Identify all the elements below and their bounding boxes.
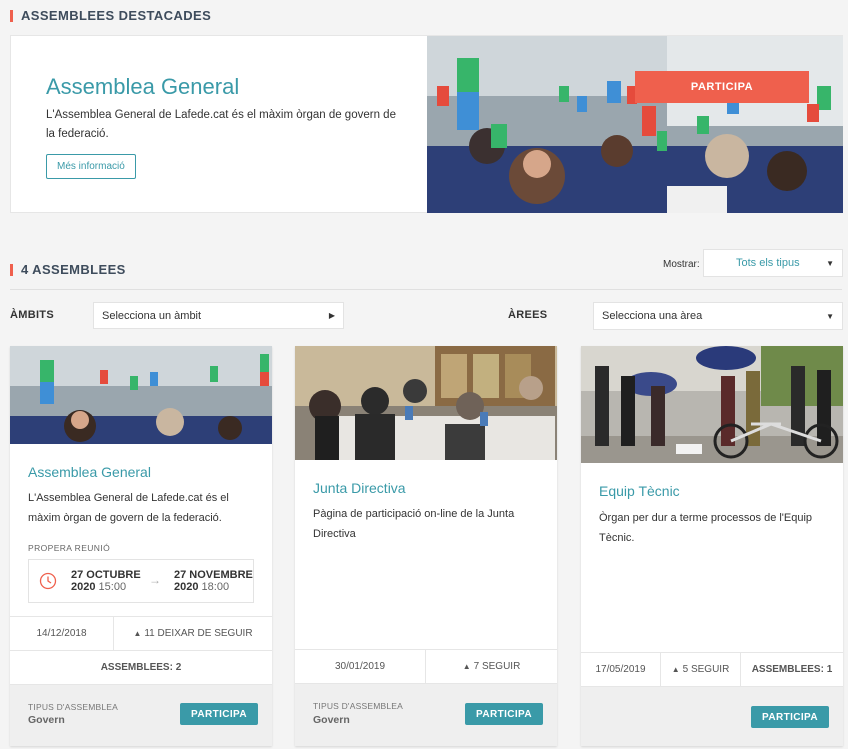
assembly-card: Equip Tècnic Òrgan per dur a terme proce… — [581, 346, 843, 746]
follow-label: 5 SEGUIR — [682, 664, 730, 675]
heading-accent-bar — [10, 9, 13, 22]
meeting-end-time: 18:00 — [201, 581, 230, 593]
arees-select[interactable]: Selecciona una àrea ▼ — [593, 302, 843, 330]
ambits-label: ÀMBITS — [10, 309, 54, 321]
assembly-card: Junta Directiva Pàgina de participació o… — [295, 346, 557, 746]
meeting-end-date: 27 NOVEMBRE — [174, 569, 253, 581]
participa-button[interactable]: PARTICIPA — [465, 703, 544, 725]
meeting-end-year: 2020 — [174, 581, 199, 593]
caret-down-icon: ▼ — [826, 258, 834, 268]
next-meeting-box: 27 OCTUBRE 2020 15:00 → 27 NOVEMBRE 2020… — [28, 559, 254, 603]
caret-right-icon: ▶ — [328, 311, 335, 320]
highlighted-assembly-card: Assemblea General L'Assemblea General de… — [10, 35, 843, 213]
clock-icon — [39, 572, 57, 590]
meeting-start-time: 15:00 — [98, 581, 127, 593]
card-image[interactable] — [295, 346, 557, 460]
bell-icon: ▲ — [133, 629, 142, 638]
assemblies-count-heading: 4 ASSEMBLEES — [10, 262, 126, 277]
section-divider — [10, 289, 842, 290]
card-assemblies-count: ASSEMBLEES: 1 — [751, 664, 833, 675]
card-description: Òrgan per dur a terme processos de l'Equ… — [599, 512, 813, 544]
street-group-photo — [581, 346, 843, 463]
arrow-right-icon: → — [149, 573, 161, 587]
card-assemblies-row: ASSEMBLEES: 2 — [10, 650, 272, 684]
card-description: L'Assemblea General de Lafede.cat és el … — [28, 492, 229, 524]
assembly-type-label: TIPUS D'ASSEMBLEA — [313, 701, 404, 711]
card-stats-row: 17/05/2019 ▲ 5 SEGUIR ASSEMBLEES: 1 — [581, 652, 843, 686]
follow-button[interactable]: ▲ 5 SEGUIR — [661, 653, 741, 686]
assembly-type-label: TIPUS D'ASSEMBLEA — [28, 702, 119, 712]
highlighted-heading: ASSEMBLEES DESTACADES — [10, 8, 211, 23]
assembly-type-value: Govern — [313, 714, 350, 726]
arees-label: ÀREES — [508, 309, 548, 321]
ambits-select[interactable]: Selecciona un àmbit ▶ — [93, 302, 344, 329]
follow-label: 7 SEGUIR — [473, 661, 521, 672]
card-footer: TIPUS D'ASSEMBLEA Govern PARTICIPA — [295, 683, 557, 746]
card-date: 14/12/2018 — [10, 617, 114, 650]
card-description: Pàgina de participació on-line de la Jun… — [313, 508, 515, 540]
card-image[interactable] — [10, 346, 272, 444]
card-date: 30/01/2019 — [295, 650, 426, 683]
follow-button[interactable]: ▲ 7 SEGUIR — [426, 650, 557, 683]
more-info-button[interactable]: Més informació — [46, 154, 136, 179]
type-filter-select[interactable]: Tots els tipus ▼ — [703, 249, 843, 277]
card-footer: PARTICIPA — [581, 686, 843, 746]
highlighted-heading-text: ASSEMBLEES DESTACADES — [21, 8, 212, 23]
highlighted-description: L'Assemblea General de Lafede.cat és el … — [46, 109, 396, 140]
participa-button[interactable]: PARTICIPA — [180, 703, 259, 725]
card-title[interactable]: Equip Tècnic — [599, 483, 680, 499]
meeting-start: 27 OCTUBRE 2020 15:00 — [71, 569, 141, 593]
assemblies-count-text: 4 ASSEMBLEES — [21, 262, 126, 277]
arees-select-value: Selecciona una àrea — [602, 310, 703, 322]
highlighted-participa-button[interactable]: PARTICIPA — [635, 71, 809, 103]
bell-icon: ▲ — [462, 662, 471, 671]
card-assemblies-count: ASSEMBLEES: 2 — [100, 662, 182, 673]
card-stats-row: 30/01/2019 ▲ 7 SEGUIR — [295, 649, 557, 683]
bell-icon: ▲ — [671, 665, 680, 674]
heading-accent-bar — [10, 263, 13, 276]
mostrar-label: Mostrar: — [663, 259, 700, 270]
card-date: 17/05/2019 — [581, 653, 661, 686]
card-footer: TIPUS D'ASSEMBLEA Govern PARTICIPA — [10, 684, 272, 746]
assembly-card: Assemblea General L'Assemblea General de… — [10, 346, 272, 746]
type-filter-value: Tots els tipus — [736, 257, 800, 269]
highlighted-title[interactable]: Assemblea General — [46, 74, 239, 100]
card-stats-row: 14/12/2018 ▲ 11 DEIXAR DE SEGUIR — [10, 616, 272, 650]
card-image[interactable] — [581, 346, 843, 463]
card-title[interactable]: Assemblea General — [28, 464, 151, 480]
next-meeting-label: PROPERA REUNIÓ — [28, 543, 111, 553]
assembly-crowd-photo — [10, 346, 272, 444]
meeting-room-photo — [295, 346, 557, 460]
card-title[interactable]: Junta Directiva — [313, 480, 406, 496]
assembly-crowd-photo — [427, 36, 843, 213]
meeting-start-year: 2020 — [71, 581, 96, 593]
participa-button[interactable]: PARTICIPA — [751, 706, 830, 728]
ambits-select-value: Selecciona un àmbit — [102, 309, 202, 322]
highlighted-image[interactable]: PARTICIPA — [427, 36, 843, 213]
follow-button[interactable]: ▲ 11 DEIXAR DE SEGUIR — [114, 617, 272, 650]
follow-label: 11 DEIXAR DE SEGUIR — [144, 628, 253, 639]
assembly-type-value: Govern — [28, 714, 65, 726]
caret-down-icon: ▼ — [826, 311, 834, 321]
meeting-end: 27 NOVEMBRE 2020 18:00 — [174, 569, 253, 593]
meeting-start-date: 27 OCTUBRE — [71, 569, 141, 581]
